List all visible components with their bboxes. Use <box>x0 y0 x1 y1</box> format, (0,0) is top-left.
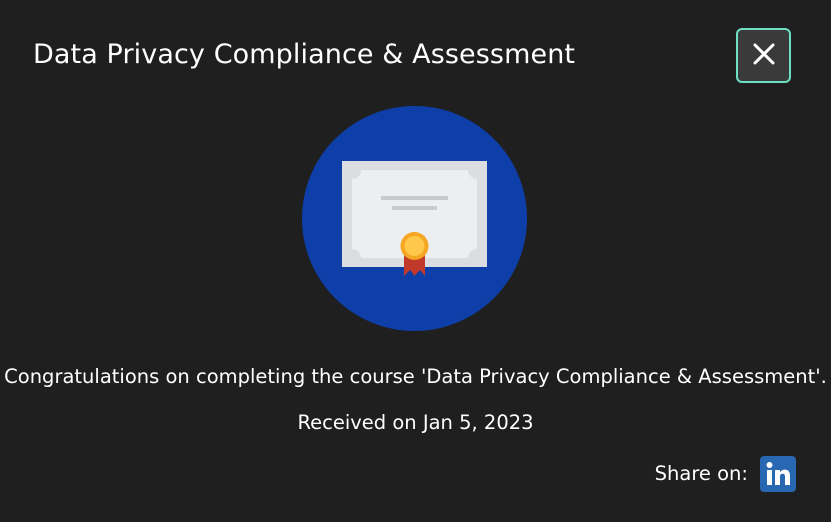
close-button[interactable] <box>736 28 791 83</box>
close-icon <box>752 42 776 69</box>
certificate-badge <box>302 106 527 331</box>
linkedin-icon <box>766 462 790 485</box>
dialog-title: Data Privacy Compliance & Assessment <box>33 39 576 70</box>
share-row: Share on: <box>655 456 796 492</box>
certificate-icon <box>342 161 487 276</box>
linkedin-share-button[interactable] <box>760 456 796 492</box>
certificate-dialog: Data Privacy Compliance & Assessment Con… <box>0 0 831 522</box>
share-label: Share on: <box>654 462 748 485</box>
received-date: Received on Jan 5, 2023 <box>297 411 534 434</box>
congratulations-message: Congratulations on completing the course… <box>4 365 827 388</box>
